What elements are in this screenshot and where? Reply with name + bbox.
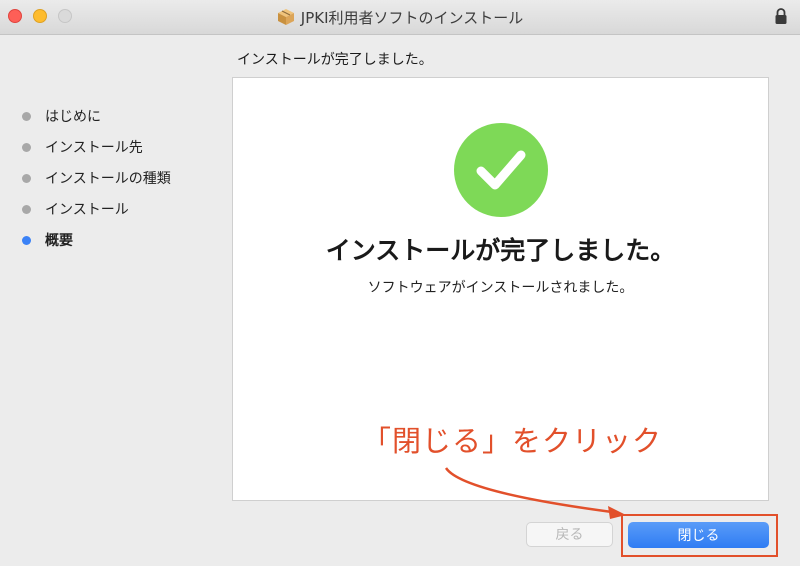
sidebar-item-summary: 概要 (22, 230, 222, 261)
sidebar-item-introduction: はじめに (22, 106, 222, 137)
back-button[interactable]: 戻る (526, 522, 613, 547)
installer-window: JPKI利用者ソフトのインストール インストールが完了しました。 はじめに イン… (0, 0, 800, 566)
sidebar-item-install-type: インストールの種類 (22, 168, 222, 199)
step-header: インストールが完了しました。 (237, 52, 433, 68)
title-bar[interactable]: JPKI利用者ソフトのインストール (0, 0, 800, 35)
step-dot-icon (22, 174, 31, 183)
sidebar-item-label: インストール (45, 202, 129, 218)
step-dot-icon (22, 112, 31, 121)
completion-message: ソフトウェアがインストールされました。 (367, 280, 634, 296)
window-title: JPKI利用者ソフトのインストール (300, 9, 524, 27)
window-title-group: JPKI利用者ソフトのインストール (0, 7, 800, 28)
sidebar-item-label: インストール先 (45, 140, 143, 156)
completion-heading: インストールが完了しました。 (325, 236, 676, 265)
step-dot-icon (22, 205, 31, 214)
sidebar-item-label: はじめに (45, 109, 101, 125)
package-icon (277, 9, 294, 25)
sidebar-item-label: インストールの種類 (45, 171, 171, 187)
step-dot-icon (22, 143, 31, 152)
sidebar-item-label: 概要 (45, 233, 73, 249)
instruction-annotation: 「閉じる」をクリック (362, 424, 663, 458)
step-dot-active-icon (22, 236, 31, 245)
sidebar-item-destination: インストール先 (22, 137, 222, 168)
lock-icon (775, 8, 787, 24)
sidebar-item-installation: インストール (22, 199, 222, 230)
install-steps-sidebar: はじめに インストール先 インストールの種類 インストール 概要 (22, 106, 222, 261)
checkmark-circle-icon (454, 123, 548, 217)
close-button[interactable]: 閉じる (628, 522, 769, 548)
